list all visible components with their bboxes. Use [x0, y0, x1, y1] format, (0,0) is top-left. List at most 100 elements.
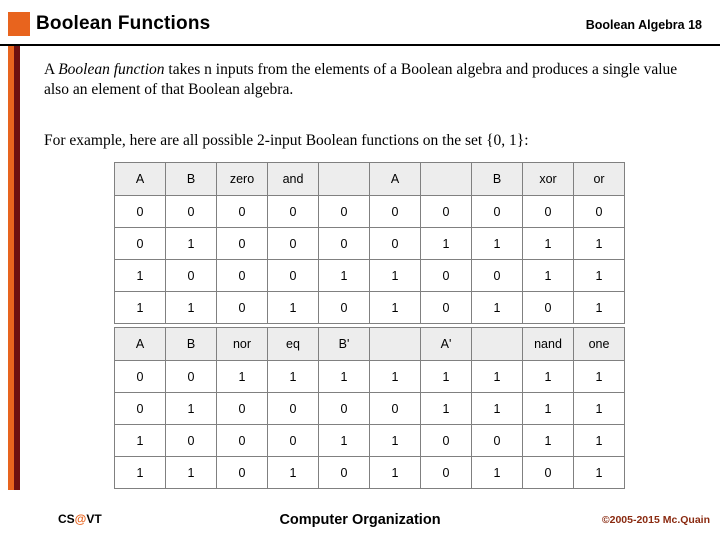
table-row: 0100001111 [114, 227, 625, 260]
table-cell: 1 [573, 424, 625, 457]
table-header-cell: nand [522, 327, 574, 361]
table-cell: 1 [165, 456, 217, 489]
table-cell: 1 [318, 360, 370, 393]
table-header-cell [420, 162, 472, 196]
table-cell: 0 [216, 392, 268, 425]
table-cell: 1 [369, 259, 421, 292]
table-cell: 0 [114, 227, 166, 260]
table-cell: 1 [114, 259, 166, 292]
table-cell: 1 [522, 392, 574, 425]
table-cell: 0 [216, 195, 268, 228]
table-cell: 1 [573, 456, 625, 489]
table-cell: 0 [165, 424, 217, 457]
table-cell: 1 [165, 291, 217, 324]
table-cell: 1 [420, 227, 472, 260]
table-cell: 0 [369, 227, 421, 260]
table-cell: 0 [216, 259, 268, 292]
table-cell: 1 [267, 291, 319, 324]
table-cell: 1 [573, 360, 625, 393]
table-header-cell: or [573, 162, 625, 196]
table-cell: 0 [216, 291, 268, 324]
table-cell: 1 [165, 392, 217, 425]
truth-table-second: A Bnor eq B' A' nand one 0 0 1 1 1 1 1 1 1 1 0 1 0 0 0 0 1 1 1 1 1 0… [114, 327, 625, 489]
table-cell: 1 [267, 456, 319, 489]
table-header-cell: B' [318, 327, 370, 361]
table-cell: 0 [318, 195, 370, 228]
table-cell: 1 [369, 424, 421, 457]
table-cell: 0 [318, 456, 370, 489]
table-cell: 0 [114, 195, 166, 228]
table-cell: 0 [522, 456, 574, 489]
table-cell: 1 [369, 291, 421, 324]
table-cell: 0 [114, 392, 166, 425]
table-header-cell: B [471, 162, 523, 196]
table-cell: 1 [471, 291, 523, 324]
table-cell: 0 [267, 195, 319, 228]
table-header-cell: and [267, 162, 319, 196]
table-cell: 1 [522, 259, 574, 292]
table-cell: 1 [318, 259, 370, 292]
table-cell: 0 [165, 360, 217, 393]
table-cell: 1 [165, 227, 217, 260]
table-header-cell: A [114, 162, 166, 196]
table-cell: 1 [471, 392, 523, 425]
table-cell: 0 [420, 259, 472, 292]
table-row: 1000110011 [114, 259, 625, 292]
table-header-row: A Bnor eq B' A' nand one [114, 327, 625, 361]
table-header-cell: xor [522, 162, 574, 196]
table-cell: 1 [573, 392, 625, 425]
table-cell: 1 [522, 424, 574, 457]
footer-copyright: ©2005-2015 Mc.Quain [601, 514, 710, 526]
table-header-cell: A [114, 327, 166, 361]
table-header-cell: one [573, 327, 625, 361]
left-accent-bar-dark [14, 46, 20, 490]
table-header-cell: eq [267, 327, 319, 361]
table-cell: 0 [369, 392, 421, 425]
paragraph-definition-part1: A [44, 61, 59, 78]
page-title: Boolean Functions [36, 13, 211, 34]
table-cell: 0 [420, 291, 472, 324]
table-row: 0011111111 [114, 360, 625, 393]
table-cell: 1 [471, 360, 523, 393]
table-cell: 0 [318, 291, 370, 324]
table-cell: 1 [369, 456, 421, 489]
truth-table-first: A Bzero and A Bxor or 0 0 0 0 0 0 0 0 0 0 0 1 0 0 0 0 1 1 1 1 1 0 0 0… [114, 162, 625, 324]
table-cell: 0 [267, 227, 319, 260]
table-cell: 1 [522, 227, 574, 260]
table-cell: 1 [573, 291, 625, 324]
table-cell: 0 [165, 195, 217, 228]
table-cell: 1 [573, 227, 625, 260]
header-accent-square [8, 12, 30, 36]
table-row: 1101010101 [114, 456, 625, 489]
table-cell: 0 [267, 424, 319, 457]
table-cell: 0 [420, 195, 472, 228]
paragraph-definition: A Boolean function takes n inputs from t… [44, 60, 692, 100]
table-cell: 1 [114, 456, 166, 489]
table-cell: 0 [420, 456, 472, 489]
table-row: 1000110011 [114, 424, 625, 457]
paragraph-example: For example, here are all possible 2-inp… [44, 132, 529, 149]
table-cell: 0 [369, 195, 421, 228]
table-cell: 1 [318, 424, 370, 457]
table-cell: 1 [471, 456, 523, 489]
table-header-cell [369, 327, 421, 361]
table-cell: 0 [522, 291, 574, 324]
table-header-row: A Bzero and A Bxor or [114, 162, 625, 196]
table-cell: 1 [267, 360, 319, 393]
table-cell: 1 [420, 392, 472, 425]
table-row: 1101010101 [114, 291, 625, 324]
table-cell: 1 [471, 227, 523, 260]
truth-table-second-body: A Bnor eq B' A' nand one 0 0 1 1 1 1 1 1 1 1 0 1 0 0 0 0 1 1 1 1 1 0… [114, 327, 625, 489]
table-cell: 0 [267, 259, 319, 292]
table-header-cell: B [165, 327, 217, 361]
table-header-cell: nor [216, 327, 268, 361]
table-cell: 0 [471, 195, 523, 228]
table-cell: 1 [369, 360, 421, 393]
table-cell: 1 [114, 291, 166, 324]
table-cell: 0 [471, 424, 523, 457]
table-header-cell: A [369, 162, 421, 196]
table-cell: 0 [165, 259, 217, 292]
table-cell: 0 [267, 392, 319, 425]
table-row: 0000000000 [114, 195, 625, 228]
table-cell: 1 [114, 424, 166, 457]
